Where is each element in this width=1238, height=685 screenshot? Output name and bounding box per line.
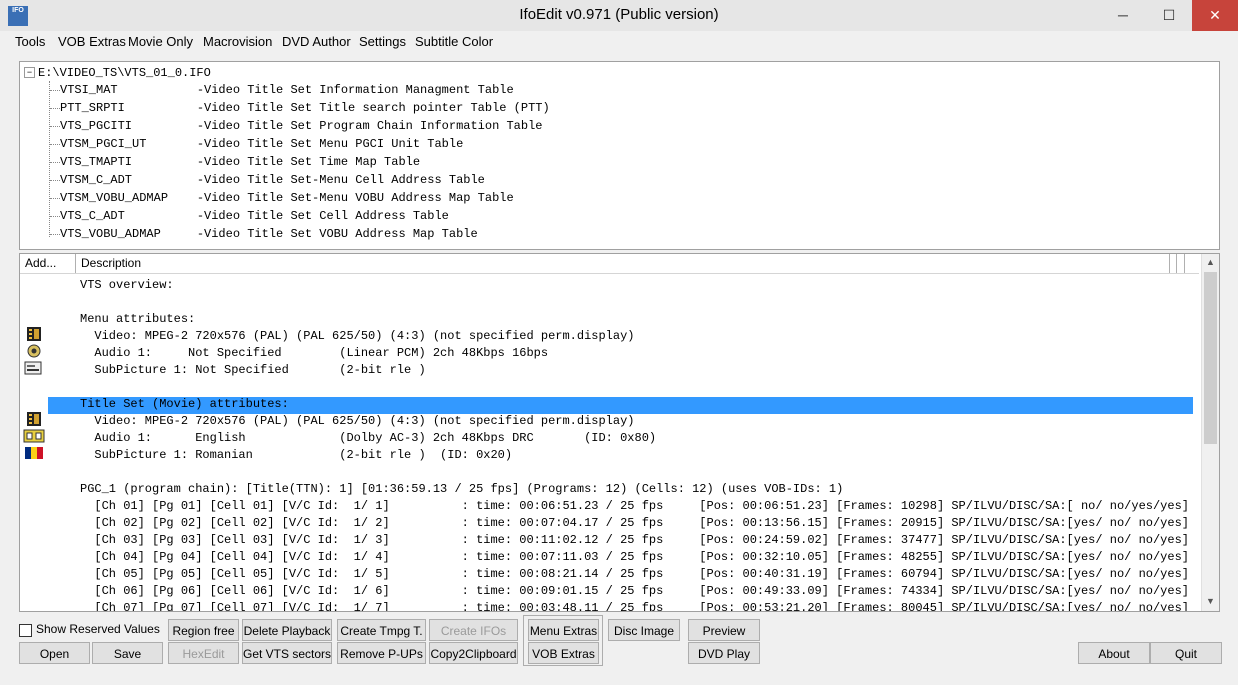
copy2clipboard-button[interactable]: Copy2Clipboard — [429, 642, 518, 664]
vob-extras-button[interactable]: VOB Extras — [528, 642, 599, 664]
column-header-extra[interactable] — [1170, 254, 1177, 273]
save-button[interactable]: Save — [92, 642, 163, 664]
minimize-icon: ─ — [1118, 7, 1128, 23]
menu-tools[interactable]: Tools — [15, 33, 45, 51]
list-header: Add... Description — [20, 254, 1199, 274]
column-header-description[interactable]: Description — [76, 254, 1170, 273]
list-item[interactable]: VTS overview: — [80, 277, 174, 294]
list-item[interactable]: [Ch 05] [Pg 05] [Cell 05] [V/C Id: 1/ 5]… — [80, 566, 1189, 583]
tree-connector — [50, 234, 60, 235]
title-bar: IFO IfoEdit v0.971 (Public version) ─ ☐ … — [0, 0, 1238, 31]
tree-item-vts-c-adt[interactable]: VTS_C_ADT -Video Title Set Cell Address … — [60, 209, 449, 223]
tree-item-ptt-srpti[interactable]: PTT_SRPTI -Video Title Set Title search … — [60, 101, 550, 115]
tree-item-vtsm-vobu-admap[interactable]: VTSM_VOBU_ADMAP -Video Title Set-Menu VO… — [60, 191, 514, 205]
menu-vob-extras[interactable]: VOB Extras — [58, 33, 126, 51]
list-item[interactable]: Video: MPEG-2 720x576 (PAL) (PAL 625/50)… — [80, 413, 634, 430]
list-item[interactable]: [Ch 04] [Pg 04] [Cell 04] [V/C Id: 1/ 4]… — [80, 549, 1189, 566]
list-item[interactable]: SubPicture 1: Not Specified (2-bit rle ) — [80, 362, 425, 379]
column-header-add[interactable]: Add... — [20, 254, 76, 273]
region-free-button[interactable]: Region free — [168, 619, 239, 641]
tree-item-vtsi-mat[interactable]: VTSI_MAT -Video Title Set Information Ma… — [60, 83, 514, 97]
tree-item-vts-pgciti[interactable]: VTS_PGCITI -Video Title Set Program Chai… — [60, 119, 542, 133]
menu-extras-button[interactable]: Menu Extras — [528, 619, 599, 641]
tree-item-vtsm-pgci-ut[interactable]: VTSM_PGCI_UT -Video Title Set Menu PGCI … — [60, 137, 463, 151]
tree-item-vtsm-c-adt[interactable]: VTSM_C_ADT -Video Title Set-Menu Cell Ad… — [60, 173, 485, 187]
hexedit-button[interactable]: HexEdit — [168, 642, 239, 664]
list-item[interactable]: [Ch 06] [Pg 06] [Cell 06] [V/C Id: 1/ 6]… — [80, 583, 1189, 600]
delete-playback-button[interactable]: Delete Playback — [242, 619, 332, 641]
dvd-play-button[interactable]: DVD Play — [688, 642, 760, 664]
speaker-icon — [27, 344, 41, 358]
list-item[interactable]: Menu attributes: — [80, 311, 195, 328]
about-button[interactable]: About — [1078, 642, 1150, 664]
minimize-button[interactable]: ─ — [1100, 0, 1146, 31]
scroll-down-icon[interactable]: ▼ — [1202, 593, 1219, 610]
list-item[interactable]: [Ch 02] [Pg 02] [Cell 02] [V/C Id: 1/ 2]… — [80, 515, 1189, 532]
menu-settings[interactable]: Settings — [359, 33, 406, 51]
audio-track-icon — [23, 429, 45, 443]
list-item[interactable]: PGC_1 (program chain): [Title(TTN): 1] [… — [80, 481, 843, 498]
tree-connector — [50, 90, 60, 91]
show-reserved-checkbox[interactable] — [19, 624, 32, 637]
tree-root[interactable]: − E:\VIDEO_TS\VTS_01_0.IFO — [24, 66, 211, 80]
tree-item-vts-vobu-admap[interactable]: VTS_VOBU_ADMAP -Video Title Set VOBU Add… — [60, 227, 478, 241]
tree-connector — [50, 144, 60, 145]
menu-movie-only[interactable]: Movie Only — [128, 33, 193, 51]
remove-pups-button[interactable]: Remove P-UPs — [337, 642, 426, 664]
get-vts-sectors-button[interactable]: Get VTS sectors — [242, 642, 332, 664]
list-item[interactable]: [Ch 01] [Pg 01] [Cell 01] [V/C Id: 1/ 1]… — [80, 498, 1189, 515]
menu-macrovision[interactable]: Macrovision — [203, 33, 272, 51]
list-item[interactable]: Audio 1: Not Specified (Linear PCM) 2ch … — [80, 345, 548, 362]
tree-connector — [50, 198, 60, 199]
open-button[interactable]: Open — [19, 642, 90, 664]
list-item[interactable]: SubPicture 1: Romanian (2-bit rle ) (ID:… — [80, 447, 512, 464]
list-item[interactable]: [Ch 03] [Pg 03] [Cell 03] [V/C Id: 1/ 3]… — [80, 532, 1189, 549]
show-reserved-label[interactable]: Show Reserved Values — [36, 622, 160, 636]
tree-connector — [50, 180, 60, 181]
list-item[interactable]: Title Set (Movie) attributes: — [80, 396, 289, 413]
list-item[interactable]: [Ch 07] [Pg 07] [Cell 07] [V/C Id: 1/ 7]… — [80, 600, 1189, 611]
subtitle-icon — [24, 361, 42, 375]
column-header-extra[interactable] — [1177, 254, 1185, 273]
film-icon — [27, 412, 41, 426]
quit-button[interactable]: Quit — [1150, 642, 1222, 664]
maximize-icon: ☐ — [1162, 7, 1176, 23]
tree-item-vts-tmapti[interactable]: VTS_TMAPTI -Video Title Set Time Map Tab… — [60, 155, 420, 169]
collapse-icon[interactable]: − — [24, 67, 35, 79]
maximize-button[interactable]: ☐ — [1146, 0, 1192, 31]
list-body: VTS overview: Menu attributes: Video: MP… — [20, 274, 1199, 611]
scroll-thumb[interactable] — [1204, 272, 1217, 444]
tree-connector — [50, 126, 60, 127]
menu-subtitle-color[interactable]: Subtitle Color — [415, 33, 493, 51]
list-item[interactable]: Audio 1: English (Dolby AC-3) 2ch 48Kbps… — [80, 430, 656, 447]
preview-button[interactable]: Preview — [688, 619, 760, 641]
create-tmpg-button[interactable]: Create Tmpg T. — [337, 619, 426, 641]
window-title: IfoEdit v0.971 (Public version) — [519, 6, 719, 23]
menu-dvd-author[interactable]: DVD Author — [282, 33, 351, 51]
tree-connector — [50, 108, 60, 109]
tree-connector — [49, 81, 50, 237]
tree-connector — [50, 216, 60, 217]
tree-connector — [50, 162, 60, 163]
create-ifos-button[interactable]: Create IFOs — [429, 619, 518, 641]
close-button[interactable]: ✕ — [1192, 0, 1238, 31]
tree-root-label: E:\VIDEO_TS\VTS_01_0.IFO — [38, 66, 211, 80]
menu-bar: Tools VOB Extras Movie Only Macrovision … — [0, 31, 1238, 53]
vertical-scrollbar[interactable]: ▲ ▼ — [1201, 254, 1219, 611]
list-item[interactable]: Video: MPEG-2 720x576 (PAL) (PAL 625/50)… — [80, 328, 634, 345]
scroll-up-icon[interactable]: ▲ — [1202, 254, 1219, 271]
description-list[interactable]: Add... Description VTS overview: Menu at… — [19, 253, 1220, 612]
disc-image-button[interactable]: Disc Image — [608, 619, 680, 641]
ifo-tree[interactable]: − E:\VIDEO_TS\VTS_01_0.IFO VTSI_MAT -Vide… — [19, 61, 1220, 250]
romanian-flag-icon — [25, 447, 43, 459]
film-icon — [27, 327, 41, 341]
close-icon: ✕ — [1209, 7, 1221, 23]
